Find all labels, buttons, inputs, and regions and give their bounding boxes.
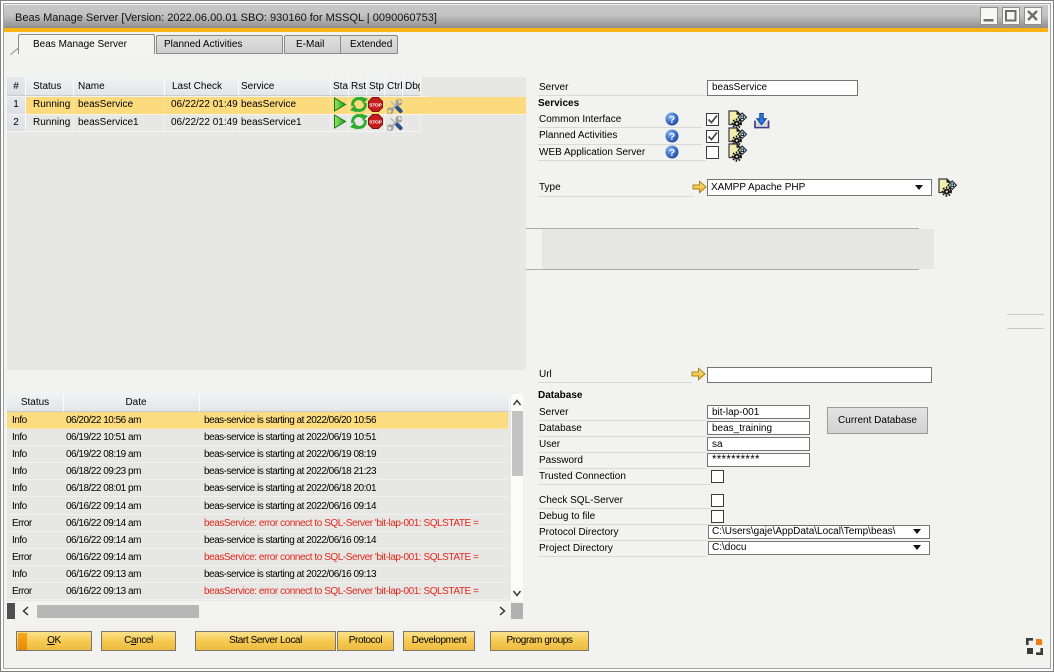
- svg-text:STOP: STOP: [369, 102, 382, 108]
- svg-text:?: ?: [669, 115, 675, 126]
- svg-text:?: ?: [669, 132, 675, 143]
- svg-text:STOP: STOP: [369, 119, 382, 125]
- svg-text:?: ?: [669, 148, 675, 159]
